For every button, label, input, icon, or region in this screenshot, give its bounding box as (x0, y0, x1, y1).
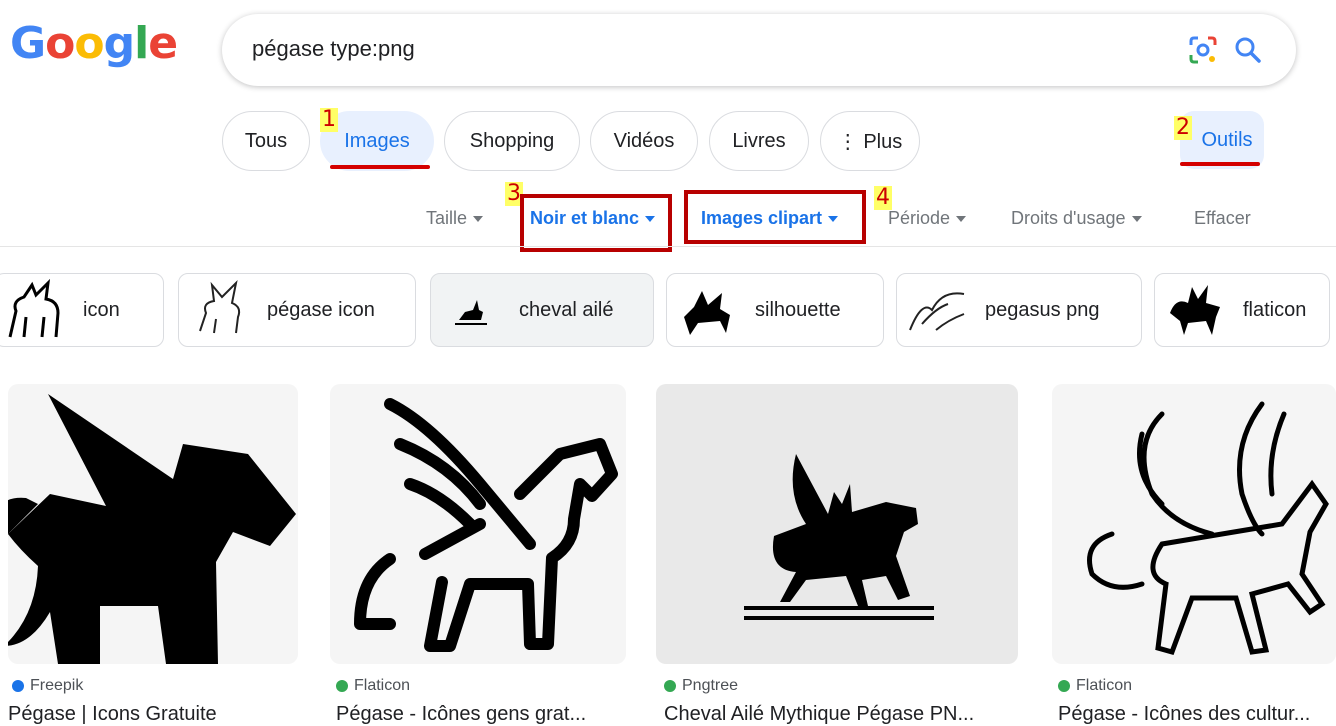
tab-label: Tous (244, 129, 288, 152)
result-image[interactable] (8, 384, 298, 664)
annotation-badge: 2 (1174, 115, 1192, 140)
related-chip[interactable]: flaticon (1154, 273, 1330, 347)
pngtree-favicon-icon (664, 680, 676, 692)
annotation-box (684, 190, 866, 244)
related-chip[interactable]: pegasus png (896, 273, 1142, 347)
result-title[interactable]: Pégase - Icônes gens grat... (336, 703, 632, 726)
tool-label: Taille (426, 208, 468, 228)
result-image[interactable] (1052, 384, 1336, 664)
logo-letter: o (45, 18, 75, 69)
tab-label: Vidéos (613, 129, 675, 152)
related-chip-label: silhouette (755, 298, 841, 321)
result-source-label: Freepik (30, 677, 84, 694)
dropdown-caret-icon (956, 216, 967, 223)
dropdown-caret-icon (473, 216, 484, 223)
result-image[interactable] (330, 384, 626, 664)
tab-all[interactable]: Tous (222, 111, 310, 171)
dropdown-caret-icon (1131, 216, 1142, 223)
pegasus-thumbnail-icon (179, 274, 259, 346)
pegasus-line-art-image (1087, 401, 1329, 656)
annotation-underline (1180, 162, 1260, 166)
related-chip[interactable]: icon (0, 273, 164, 347)
tab-label: Shopping (469, 129, 555, 152)
related-chip-label: cheval ailé (519, 298, 614, 321)
tool-size[interactable]: Taille (426, 208, 484, 229)
result-title[interactable]: Pégase - Icônes des cultur... (1058, 703, 1336, 726)
annotation-box (520, 194, 672, 252)
tool-rights[interactable]: Droits d'usage (1011, 208, 1142, 229)
related-chip-label: pégase icon (267, 298, 375, 321)
tab-books[interactable]: Livres (709, 111, 809, 171)
pegasus-thumbnail-icon (667, 274, 747, 346)
tab-label: ⋮ Plus (837, 130, 903, 153)
logo-letter: l (134, 18, 149, 69)
annotation-underline (330, 165, 430, 169)
flaticon-favicon-icon (336, 680, 348, 692)
related-chip-label: icon (83, 298, 120, 321)
result-title[interactable]: Cheval Ailé Mythique Pégase PN... (664, 703, 1024, 726)
pegasus-thumbnail-icon (0, 274, 75, 346)
result-title[interactable]: Pégase | Icons Gratuite (8, 703, 298, 726)
result-source[interactable]: Pngtree (664, 677, 738, 695)
search-icon[interactable] (1232, 34, 1264, 66)
pegasus-silhouette-image (8, 394, 296, 664)
result-source[interactable]: Flaticon (1058, 677, 1132, 695)
result-source-label: Flaticon (354, 677, 411, 694)
annotation-badge: 4 (874, 185, 892, 210)
tab-more[interactable]: ⋮ Plus (820, 111, 920, 171)
related-chip-label: pegasus png (985, 298, 1100, 321)
annotation-badge: 1 (320, 107, 338, 132)
logo-letter: e (148, 18, 178, 69)
result-source[interactable]: Flaticon (336, 677, 410, 695)
tab-label: Images (344, 129, 410, 152)
pegasus-thumbnail-icon (897, 274, 977, 346)
pegasus-outline-image (354, 398, 618, 652)
pegasus-rider-image (744, 454, 934, 620)
tool-label: Droits d'usage (1011, 208, 1126, 228)
divider (0, 246, 1336, 247)
tool-label: Période (888, 208, 951, 228)
related-chip-label: flaticon (1243, 298, 1307, 321)
related-chip[interactable]: pégase icon (178, 273, 416, 347)
result-source-label: Flaticon (1076, 677, 1133, 694)
logo-letter: o (74, 18, 104, 69)
tab-label: Livres (732, 129, 786, 152)
freepik-favicon-icon (12, 680, 24, 692)
tool-clear[interactable]: Effacer (1194, 208, 1251, 229)
result-source-label: Pngtree (682, 677, 739, 694)
google-logo[interactable]: Google (10, 22, 178, 66)
search-input[interactable]: pégase type:png (252, 36, 415, 62)
tab-shopping[interactable]: Shopping (444, 111, 580, 171)
related-chip[interactable]: cheval ailé (430, 273, 654, 347)
tool-label: Effacer (1194, 208, 1251, 228)
logo-letter: g (103, 18, 135, 69)
search-box[interactable]: pégase type:png (222, 14, 1296, 86)
tools-button[interactable]: Outils (1180, 111, 1264, 169)
flaticon-favicon-icon (1058, 680, 1070, 692)
related-chip[interactable]: silhouette (666, 273, 884, 347)
result-image[interactable] (656, 384, 1018, 664)
google-lens-icon[interactable] (1188, 35, 1218, 65)
logo-letter: G (10, 18, 46, 69)
pegasus-thumbnail-icon (431, 274, 511, 346)
tool-time[interactable]: Période (888, 208, 967, 229)
tools-label: Outils (1201, 128, 1253, 151)
tab-videos[interactable]: Vidéos (590, 111, 698, 171)
pegasus-thumbnail-icon (1155, 274, 1235, 346)
result-source[interactable]: Freepik (12, 677, 83, 695)
